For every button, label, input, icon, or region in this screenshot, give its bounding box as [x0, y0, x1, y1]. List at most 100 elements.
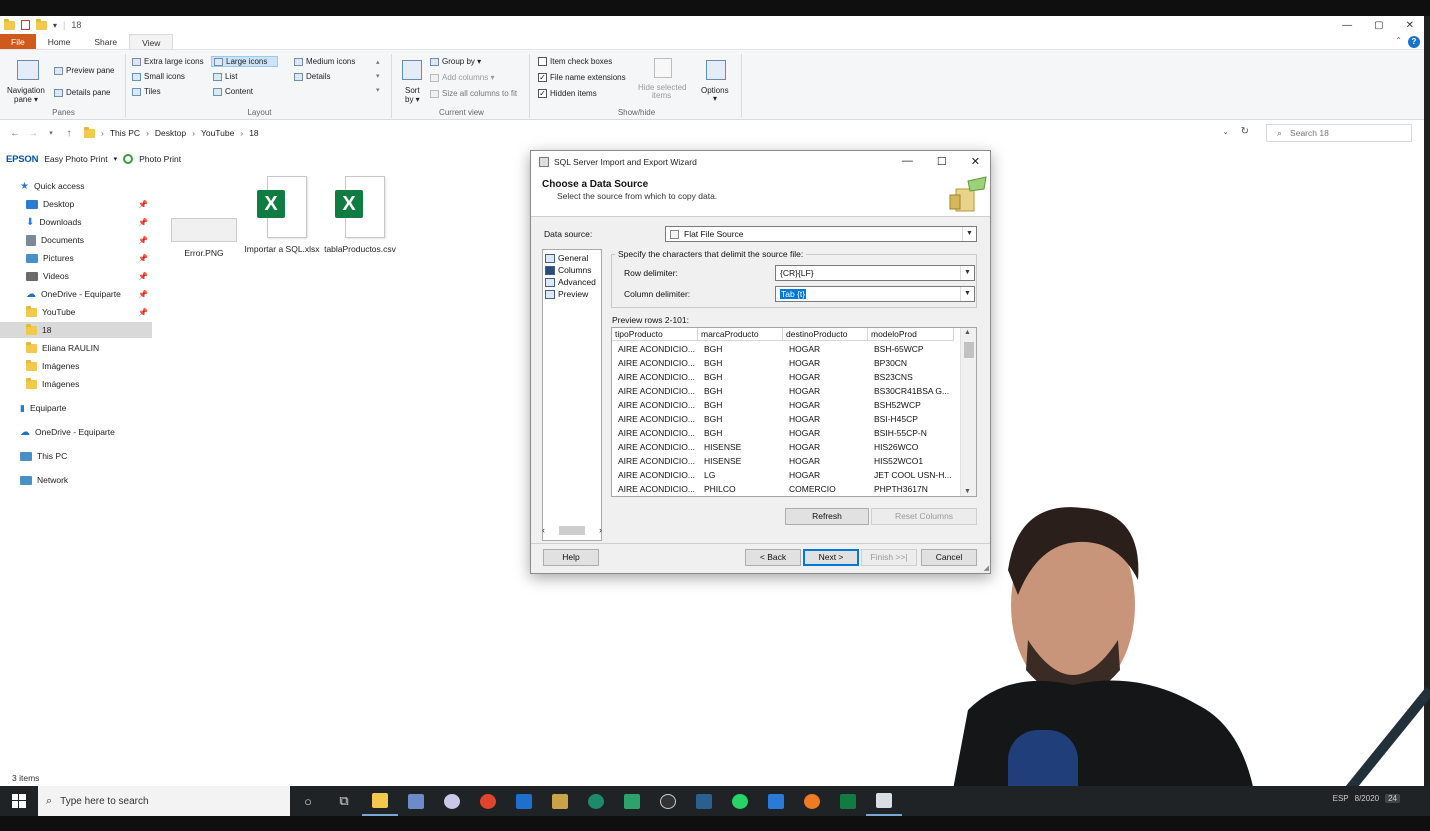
nav-desktop[interactable]: Desktop 📌 [26, 196, 152, 212]
epson-dropdown-chevron-icon[interactable]: ▾ [114, 155, 118, 163]
breadcrumb-desktop[interactable]: Desktop [155, 128, 186, 138]
nav-documents[interactable]: Documents 📌 [26, 232, 152, 248]
cortana-icon[interactable]: ○ [290, 786, 326, 816]
outlook-taskbar-icon[interactable] [506, 786, 542, 816]
column-header[interactable]: destinoProducto [783, 328, 868, 341]
scroll-up-icon[interactable]: ▲ [964, 329, 971, 336]
recent-locations-chevron-icon[interactable]: ▾ [42, 129, 60, 137]
up-arrow-icon[interactable]: ↑ [60, 128, 78, 139]
hidden-items-toggle[interactable]: ✓ Hidden items [538, 89, 597, 98]
scroll-thumb[interactable] [964, 342, 974, 358]
tab-view[interactable]: View [129, 34, 174, 49]
scroll-down-icon[interactable]: ▼ [964, 488, 971, 495]
tab-file[interactable]: File [0, 34, 36, 49]
table-row[interactable]: AIRE ACONDICIO... BGH HOGAR BSI-H45CP [612, 412, 954, 426]
scroll-left-icon[interactable]: ‹ [542, 525, 545, 535]
navigation-pane-dropdown[interactable]: pane ▾ [14, 95, 38, 104]
column-header[interactable]: marcaProducto [698, 328, 783, 341]
address-dropdown-chevron-icon[interactable]: ⌄ [1222, 127, 1229, 136]
options-dropdown[interactable]: ▾ [713, 94, 717, 103]
table-row[interactable]: AIRE ACONDICIO... PHILCO COMERCIO PHPTH3617… [612, 482, 954, 496]
address-bar[interactable]: › This PC › Desktop › YouTube › 18 ⌄ ↻ [80, 124, 1255, 142]
add-columns-button[interactable]: Add columns ▾ [430, 73, 494, 82]
customize-toolbar-chevron-icon[interactable]: ▾ [53, 21, 57, 30]
nav-imagenes-1[interactable]: Imágenes [26, 358, 152, 374]
photo-print-button[interactable]: Photo Print [139, 154, 181, 164]
language-indicator[interactable]: ESP [1333, 794, 1349, 803]
calculator-taskbar-icon[interactable] [398, 786, 434, 816]
tab-share[interactable]: Share [82, 34, 129, 49]
table-row[interactable]: AIRE ACONDICIO... BGH HOGAR BSH52WCP [612, 398, 954, 412]
group-by-button[interactable]: Group by ▾ [430, 57, 481, 66]
column-header[interactable]: modeloProd [868, 328, 954, 341]
properties-icon[interactable] [21, 20, 30, 30]
nav-eliana-raulin[interactable]: Eliana RAULIN [26, 340, 152, 356]
details-pane-button[interactable]: Details pane [54, 88, 110, 97]
help-button[interactable]: Help [543, 549, 599, 566]
file-item-tablaproductos-csv[interactable]: X tablaProductos.csv [320, 176, 400, 254]
sort-by-button[interactable]: Sort [405, 86, 420, 95]
minimize-icon[interactable]: — [902, 155, 913, 168]
item-check-boxes-toggle[interactable]: Item check boxes [538, 57, 612, 66]
game-taskbar-icon[interactable] [614, 786, 650, 816]
finish-button[interactable]: Finish >>| [861, 549, 917, 566]
layout-details[interactable]: Details [294, 72, 330, 81]
breadcrumb-this-pc[interactable]: This PC [110, 128, 140, 138]
file-item-error-png[interactable]: Error.PNG [164, 176, 244, 258]
column-header[interactable]: tipoProducto [612, 328, 698, 341]
start-button[interactable] [0, 786, 38, 816]
new-folder-icon[interactable] [36, 18, 47, 30]
row-delimiter-select[interactable]: {CR}{LF} ▼ [775, 265, 975, 281]
table-row[interactable]: AIRE ACONDICIO... HISENSE HOGAR HIS52WCO1 [612, 454, 954, 468]
nav-pictures[interactable]: Pictures 📌 [26, 250, 152, 266]
size-all-columns-button[interactable]: Size all columns to fit [430, 89, 517, 98]
back-button[interactable]: < Back [745, 549, 801, 566]
nav-onedrive-equiparte[interactable]: ☁ OneDrive - Equiparte 📌 [26, 286, 152, 302]
tab-home[interactable]: Home [36, 34, 83, 49]
nav-advanced[interactable]: Advanced [545, 276, 596, 288]
back-arrow-icon[interactable]: ← [6, 128, 24, 139]
scroll-thumb[interactable] [559, 525, 585, 535]
grid-vertical-scrollbar[interactable]: ▲ ▼ [960, 328, 976, 496]
column-delimiter-select[interactable]: Tab {t} ▼ [775, 286, 975, 302]
nav-onedrive-equiparte-2[interactable]: ☁ OneDrive - Equiparte [20, 424, 152, 440]
nav-network[interactable]: Network [20, 472, 152, 488]
data-source-select[interactable]: Flat File Source ▼ [665, 226, 977, 242]
paint-taskbar-icon[interactable] [434, 786, 470, 816]
forward-arrow-icon[interactable]: → [24, 128, 42, 139]
nav-videos[interactable]: Videos 📌 [26, 268, 152, 284]
help-icon[interactable]: ? [1408, 36, 1420, 48]
layout-small-icons[interactable]: Small icons [132, 72, 185, 81]
breadcrumb-18[interactable]: 18 [249, 128, 258, 138]
firefox-taskbar-icon[interactable] [794, 786, 830, 816]
sort-by-dropdown[interactable]: by ▾ [405, 95, 420, 104]
refresh-icon[interactable]: ↻ [1241, 126, 1249, 137]
layout-content[interactable]: Content [213, 87, 253, 96]
nav-quick-access[interactable]: ★ Quick access [20, 178, 152, 194]
layout-extra-large-icons[interactable]: Extra large icons [132, 57, 204, 66]
nav-columns[interactable]: Columns [545, 264, 592, 276]
table-row[interactable]: AIRE ACONDICIO... LG HOGAR JET COOL USN-H..… [612, 468, 954, 482]
task-view-icon[interactable]: ⧉ [326, 786, 362, 816]
layout-tiles[interactable]: Tiles [132, 87, 161, 96]
breadcrumb-youtube[interactable]: YouTube [201, 128, 234, 138]
vscode-taskbar-icon[interactable] [758, 786, 794, 816]
file-name-extensions-toggle[interactable]: ✓ File name extensions [538, 73, 626, 82]
snipping-tool-taskbar-icon[interactable] [542, 786, 578, 816]
nav-downloads[interactable]: ⬇ Downloads 📌 [26, 214, 152, 230]
table-row[interactable]: AIRE ACONDICIO... HISENSE HOGAR HIS26WCO [612, 440, 954, 454]
preview-pane-button[interactable]: Preview pane [54, 66, 114, 75]
close-icon[interactable]: ✕ [1406, 20, 1414, 31]
clock-date[interactable]: 8/2020 [1355, 794, 1379, 803]
nav-preview[interactable]: Preview [545, 288, 588, 300]
table-row[interactable]: AIRE ACONDICIO... BGH HOGAR BS30CR41BSA G..… [612, 384, 954, 398]
taskbar-search-box[interactable]: ⌕ Type here to search [38, 786, 290, 816]
nav-general[interactable]: General [545, 252, 588, 264]
layout-large-icons[interactable]: Large icons [211, 56, 279, 67]
table-row[interactable]: AIRE ACONDICIO... BGH HOGAR BS23CNS [612, 370, 954, 384]
sql-wizard-taskbar-icon[interactable] [866, 786, 902, 816]
scroll-right-icon[interactable]: › [599, 525, 602, 535]
file-explorer-taskbar-icon[interactable] [362, 786, 398, 816]
nav-youtube[interactable]: YouTube 📌 [26, 304, 152, 320]
whatsapp-taskbar-icon[interactable] [722, 786, 758, 816]
